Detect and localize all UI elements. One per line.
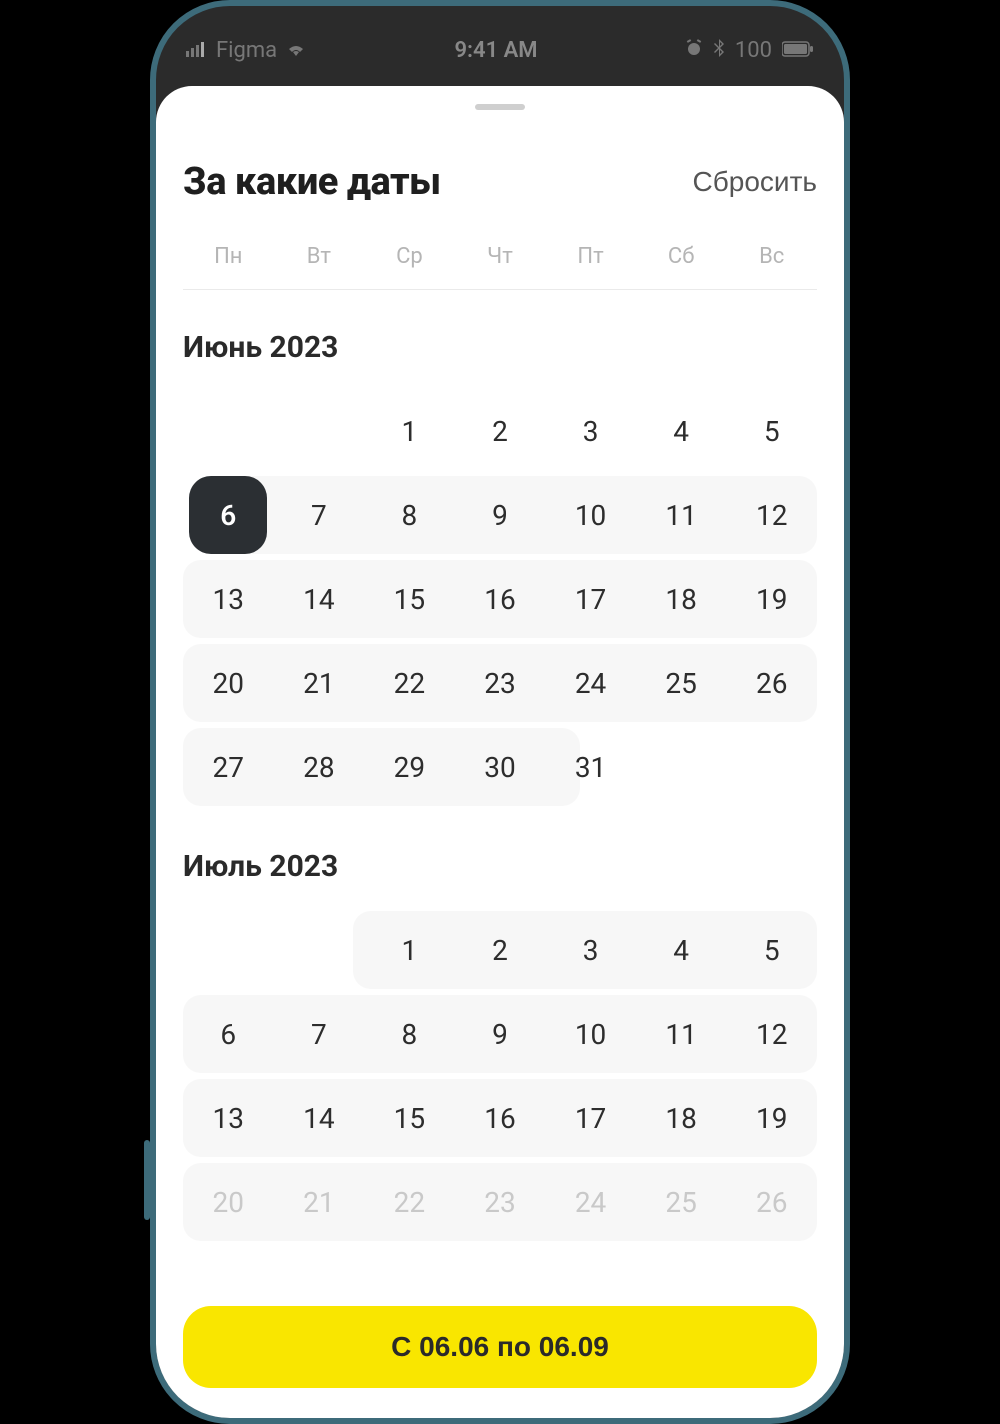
day-cell[interactable]: 10 [545,473,636,557]
day-cell[interactable]: 26 [726,1160,817,1244]
weekday-label: Ср [364,244,455,269]
date-picker-sheet: За какие даты Сбросить Пн Вт Ср Чт Пт Сб… [156,86,844,1418]
day-cell[interactable]: 30 [455,725,546,809]
day-cell[interactable]: 4 [636,908,727,992]
month-calendar: 1234567891011121314151617181920212223242… [183,389,817,809]
day-cell[interactable]: 5 [726,908,817,992]
day-empty [183,908,274,992]
status-bar: Figma 9:41 AM 100 [156,20,844,80]
day-cell[interactable]: 28 [274,725,365,809]
day-cell[interactable]: 25 [636,641,727,725]
day-cell[interactable]: 31 [545,725,636,809]
day-cell[interactable]: 6 [183,992,274,1076]
weekday-label: Пн [183,244,274,269]
day-cell[interactable]: 22 [364,1160,455,1244]
day-cell[interactable]: 12 [726,992,817,1076]
device-side-button [144,1140,150,1220]
day-cell[interactable]: 21 [274,1160,365,1244]
sheet-header: За какие даты Сбросить [183,160,817,204]
device-frame: Figma 9:41 AM 100 За какие даты Сбросить [150,0,850,1424]
day-cell[interactable]: 20 [183,1160,274,1244]
day-cell[interactable]: 19 [726,557,817,641]
bluetooth-icon [713,38,725,63]
day-cell[interactable]: 12 [726,473,817,557]
day-cell[interactable]: 18 [636,1076,727,1160]
day-cell[interactable]: 4 [636,389,727,473]
day-cell[interactable]: 27 [183,725,274,809]
device-side-button [844,560,850,690]
device-side-button [844,400,850,530]
confirm-button[interactable]: С 06.06 по 06.09 [183,1306,817,1388]
day-cell[interactable]: 14 [274,1076,365,1160]
battery-level: 100 [735,38,772,63]
day-cell[interactable]: 13 [183,1076,274,1160]
day-cell[interactable]: 24 [545,641,636,725]
day-cell[interactable]: 5 [726,389,817,473]
alarm-icon [685,38,703,63]
day-cell[interactable]: 9 [455,992,546,1076]
page-title: За какие даты [183,160,441,204]
day-cell[interactable]: 20 [183,641,274,725]
day-cell[interactable]: 25 [636,1160,727,1244]
month-title: Июль 2023 [183,849,817,884]
day-cell[interactable]: 22 [364,641,455,725]
day-cell[interactable]: 6 [183,473,274,557]
weekday-label: Пт [545,244,636,269]
day-cell[interactable]: 8 [364,473,455,557]
day-empty [274,389,365,473]
weekday-label: Вс [726,244,817,269]
day-cell[interactable]: 11 [636,992,727,1076]
day-cell[interactable]: 7 [274,992,365,1076]
day-cell[interactable]: 13 [183,557,274,641]
month-title: Июнь 2023 [183,330,817,365]
day-cell[interactable]: 7 [274,473,365,557]
reset-button[interactable]: Сбросить [693,166,817,198]
day-cell[interactable]: 17 [545,1076,636,1160]
day-cell[interactable]: 29 [364,725,455,809]
day-cell[interactable]: 11 [636,473,727,557]
battery-icon [782,38,814,63]
weekday-row: Пн Вт Ср Чт Пт Сб Вс [183,244,817,290]
day-cell[interactable]: 14 [274,557,365,641]
day-cell[interactable]: 9 [455,473,546,557]
day-cell[interactable]: 21 [274,641,365,725]
carrier-label: Figma [216,38,277,63]
signal-icon [186,38,208,63]
weekday-label: Чт [455,244,546,269]
day-cell[interactable]: 10 [545,992,636,1076]
day-cell[interactable]: 19 [726,1076,817,1160]
day-cell[interactable]: 2 [455,389,546,473]
calendar-scroll[interactable]: Июнь 2023 123456789101112131415161718192… [183,290,817,1390]
day-cell[interactable]: 15 [364,1076,455,1160]
day-cell[interactable]: 1 [364,908,455,992]
day-cell[interactable]: 2 [455,908,546,992]
day-empty [274,908,365,992]
weekday-label: Сб [636,244,727,269]
sheet-drag-handle[interactable] [475,104,525,110]
weekday-label: Вт [274,244,365,269]
day-cell[interactable]: 17 [545,557,636,641]
day-cell[interactable]: 3 [545,389,636,473]
day-cell[interactable]: 24 [545,1160,636,1244]
day-cell[interactable]: 18 [636,557,727,641]
day-cell[interactable]: 15 [364,557,455,641]
time-label: 9:41 AM [454,38,537,63]
device-side-button [844,280,850,360]
day-cell[interactable]: 3 [545,908,636,992]
wifi-icon [285,38,307,63]
month-calendar: 1234567891011121314151617181920212223242… [183,908,817,1244]
day-cell[interactable]: 23 [455,641,546,725]
day-cell[interactable]: 16 [455,557,546,641]
day-empty [183,389,274,473]
day-cell[interactable]: 1 [364,389,455,473]
day-cell[interactable]: 23 [455,1160,546,1244]
day-cell[interactable]: 8 [364,992,455,1076]
day-cell[interactable]: 26 [726,641,817,725]
confirm-bar: С 06.06 по 06.09 [183,1306,817,1388]
day-cell[interactable]: 16 [455,1076,546,1160]
